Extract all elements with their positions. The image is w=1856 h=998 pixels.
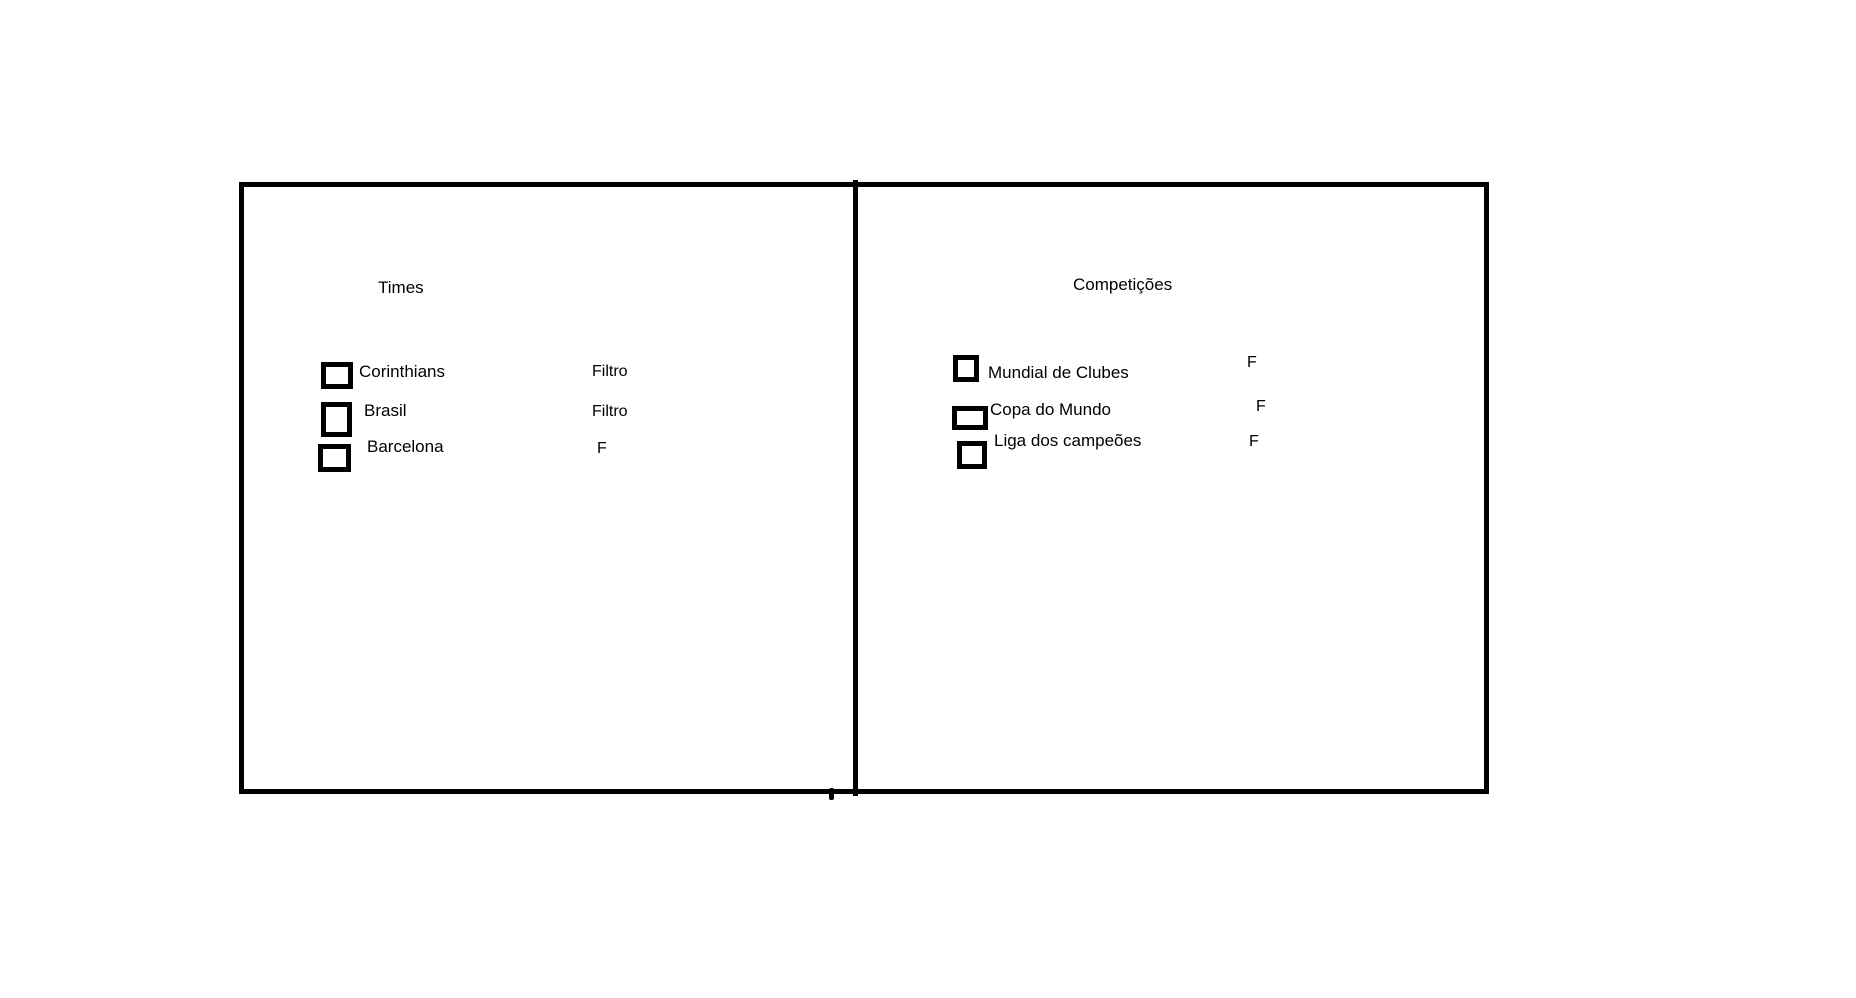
team-label-barcelona: Barcelona bbox=[367, 437, 444, 456]
filter-button-copa-do-mundo[interactable]: F bbox=[1256, 398, 1266, 416]
main-frame bbox=[239, 182, 1489, 794]
checkbox-brasil[interactable] bbox=[321, 402, 352, 437]
checkbox-barcelona[interactable] bbox=[318, 444, 351, 472]
team-label-corinthians: Corinthians bbox=[359, 362, 445, 381]
competition-label-mundial-de-clubes: Mundial de Clubes bbox=[988, 363, 1129, 382]
panel-divider bbox=[853, 180, 858, 796]
divider-tick-mark bbox=[829, 788, 834, 800]
competition-label-liga-dos-campeoes: Liga dos campeões bbox=[994, 431, 1142, 450]
filter-button-liga-dos-campeoes[interactable]: F bbox=[1249, 433, 1259, 451]
checkbox-copa-do-mundo[interactable] bbox=[952, 406, 988, 430]
filter-button-barcelona[interactable]: F bbox=[597, 440, 607, 458]
checkbox-liga-dos-campeoes[interactable] bbox=[957, 441, 987, 469]
competitions-title: Competições bbox=[1073, 275, 1173, 294]
competition-label-copa-do-mundo: Copa do Mundo bbox=[990, 400, 1111, 419]
teams-title: Times bbox=[378, 278, 424, 297]
filter-button-corinthians[interactable]: Filtro bbox=[592, 363, 628, 381]
checkbox-mundial-de-clubes[interactable] bbox=[953, 355, 979, 382]
filter-button-brasil[interactable]: Filtro bbox=[592, 403, 628, 421]
checkbox-corinthians[interactable] bbox=[321, 362, 353, 389]
filter-button-mundial-de-clubes[interactable]: F bbox=[1247, 354, 1257, 372]
team-label-brasil: Brasil bbox=[364, 401, 407, 420]
